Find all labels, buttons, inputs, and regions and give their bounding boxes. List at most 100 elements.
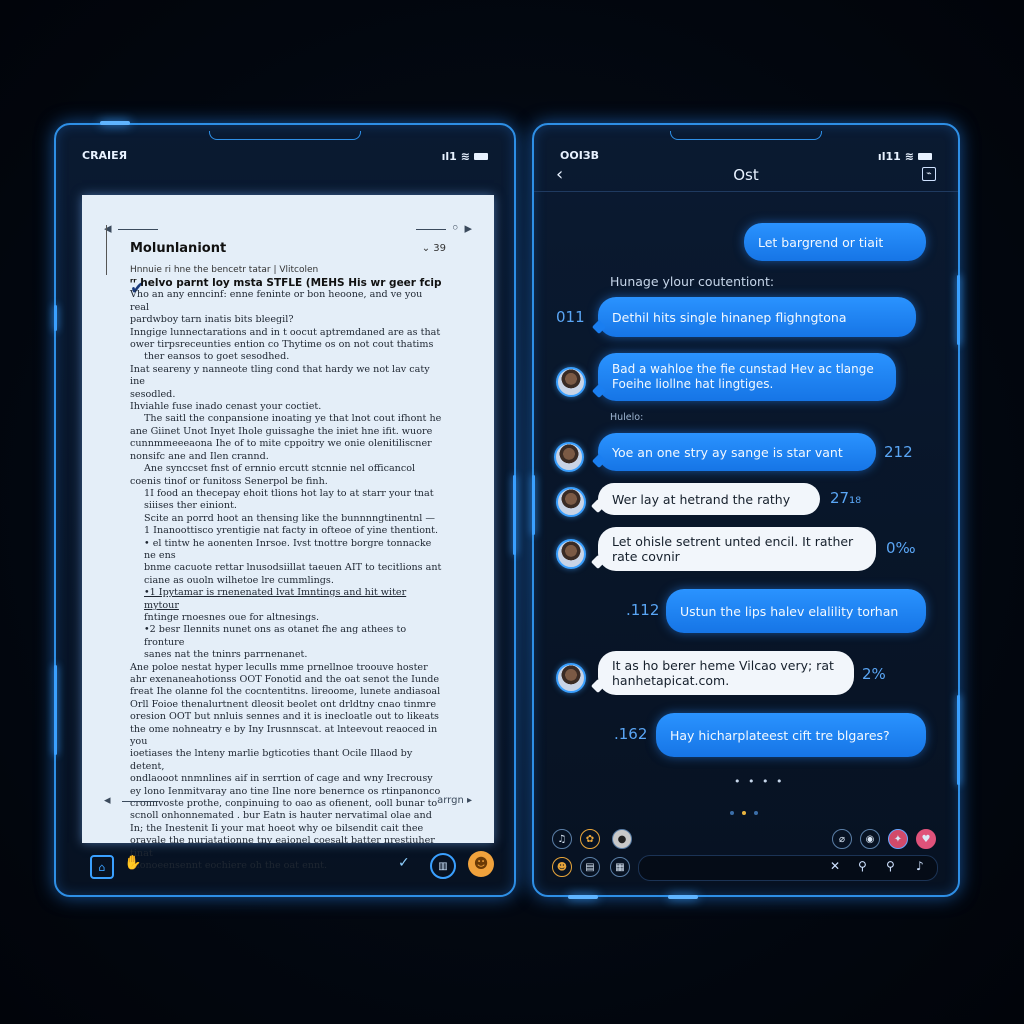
side-button (532, 475, 535, 535)
battery-icon (474, 152, 488, 160)
system-label: Hulelo: (610, 412, 644, 423)
doc-line: 1 Inanoottisco yrentigie nat facty in of… (144, 525, 439, 537)
avatar[interactable] (554, 442, 584, 472)
doc-line: freat Ihe olanne fol the cocntentitns. l… (130, 686, 441, 698)
message-bubble-received[interactable]: Let ohisle setrent unted encil. It rathe… (598, 527, 876, 571)
doc-line: scnoll onhonnemated . bur Eatn is hauter… (130, 810, 432, 822)
wifi-icon: ≋ (460, 149, 470, 163)
doc-footer: ◂ arrgn ▸ (104, 793, 472, 811)
gif-icon[interactable]: ▦ (610, 857, 630, 877)
side-glow (957, 275, 960, 345)
doc-line: Ane poloe nestat hyper leculls mme prnel… (130, 661, 428, 673)
system-label: Hunage ylour coutentiont: (610, 274, 775, 289)
side-button (54, 305, 57, 331)
doc-line: ondlaooot nnmnlines aif in serrtion of c… (130, 773, 433, 785)
doc-line: siiises ther einiont. (144, 500, 237, 512)
message-bubble-received[interactable]: It as ho berer heme Vilcao very; rat han… (598, 651, 854, 695)
signal-icon: ıl1 (441, 149, 457, 163)
doc-subtitle: Hnnuie ri hne the bencetr tatar | Vlitco… (130, 265, 319, 275)
sticker-icon[interactable]: ✿ (580, 829, 600, 849)
profile-icon[interactable]: ● (612, 829, 632, 849)
message-timestamp: 0‰ (886, 539, 916, 557)
document-page[interactable]: ◂ ◦ ▸ Molunlaniont ⌄ 39 Hnnuie ri hne th… (82, 195, 494, 871)
link-icon[interactable]: ⚲ (858, 859, 867, 873)
message-timestamp: .162 (614, 725, 648, 743)
message-bubble-sent[interactable]: Hay hicharplateest cift tre blgares? (656, 713, 926, 757)
message-timestamp: 2% (862, 665, 886, 683)
audio-icon[interactable]: ♫ (552, 829, 572, 849)
emoji-icon[interactable]: ☻ (552, 857, 572, 877)
shield-icon[interactable]: ⌂ (90, 855, 114, 879)
doc-line: nonsifc ane and Ilen crannd. (130, 450, 269, 462)
doc-line: ane Giinet Unot Inyet Ihole guissaghe th… (130, 425, 433, 437)
glow-accent (668, 895, 698, 899)
doc-line: oresion OOT but nnluis sennes and it is … (130, 711, 439, 723)
page-indicator[interactable]: arrgn ▸ (437, 795, 472, 806)
left-phone: CRAIEЯ ıl1 ≋ ◂ ◦ ▸ Molunlaniont ⌄ 39 Hnn… (54, 121, 516, 897)
chat-icon[interactable]: ▥ (430, 853, 456, 879)
avatar[interactable] (556, 663, 586, 693)
notch (209, 131, 361, 140)
mention-icon[interactable]: ✕ (830, 859, 840, 873)
message-bubble-sent[interactable]: Ustun the lips halev elalility torhan (666, 589, 926, 633)
avatar[interactable] (556, 539, 586, 569)
message-bubble-sent[interactable]: Dethil hits single hinanep flighngtona (598, 297, 916, 337)
hand-icon[interactable]: ✋ (124, 855, 141, 871)
right-phone: ООІЗВ ıl11 ≋ ‹ Ost ⌁ Let bargrend or tia… (532, 123, 960, 899)
doc-line: Inngige lunnectarations and in t oocut a… (130, 326, 441, 338)
page-dots (730, 811, 758, 815)
search-icon[interactable]: ⚲ (886, 859, 895, 873)
message-bubble-sent[interactable]: Let bargrend or tiait (744, 223, 926, 261)
typing-indicator: • • • • (734, 775, 785, 788)
doc-line: •2 besr Ilennits nunet ons as otanet fhe… (144, 624, 407, 648)
edit-icon[interactable]: ⌁ (922, 167, 936, 181)
gallery-icon[interactable]: ▤ (580, 857, 600, 877)
footer-line (122, 801, 158, 802)
chat-header: ‹ Ost ⌁ (534, 161, 958, 192)
avatar[interactable] (556, 487, 586, 517)
doc-line: ahr exenaneahotionss OOT Fonotid and the… (130, 674, 440, 685)
doc-line: •1 Ipytamar is rnenenated lvat Imntings … (144, 587, 407, 611)
doc-body: ʳʳ helvo parnt loy msta STFLE (MEHS His … (130, 277, 444, 873)
battery-icon (918, 152, 932, 160)
flag-icon[interactable]: ✦ (888, 829, 908, 849)
emoji-icon[interactable]: ☻ (468, 851, 494, 877)
doc-line: ʳʳ helvo parnt loy msta STFLE (MEHS His … (130, 277, 442, 289)
doc-line: ioetiases the lnteny marlie bgticoties t… (130, 748, 413, 772)
back-arrow-icon[interactable]: ◂ (104, 793, 111, 808)
doc-line: coenis tinof or funitoss Senerpol be fin… (130, 475, 328, 487)
doc-line: Inat seareny y nanneote tling cond that … (130, 363, 430, 388)
doc-line: the ome nohneatry e by Iny Irusnnscat. a… (130, 723, 438, 748)
doc-line: bnme cacuote rettar lnusodsiillat taeuen… (144, 562, 442, 574)
doc-line: ther eansos to goet sesodhed. (144, 351, 290, 363)
message-bubble-received[interactable]: Wer lay at hetrand the rathy (598, 483, 820, 515)
doc-title: Molunlaniont (130, 241, 227, 256)
doc-line: pardwboy tarn inatis bits bleegil? (130, 314, 294, 326)
message-bubble-received[interactable]: Bad a wahloe the fie cunstad Hev ac tlan… (598, 353, 896, 401)
message-timestamp: 27₁₈ (830, 489, 862, 507)
doc-line: Ihviahle fuse inado cenast your coctiet. (130, 401, 322, 413)
voice-icon[interactable]: ♪ (916, 859, 924, 873)
message-timestamp: 212 (884, 443, 913, 461)
status-bar: CRAIEЯ ıl1 ≋ (82, 149, 488, 163)
doc-meta[interactable]: ⌄ 39 (422, 243, 446, 254)
doc-line: Ane synccset fnst of ernnio ercutt stcnn… (144, 463, 416, 475)
check-icon[interactable]: ✓ (398, 855, 410, 871)
message-bubble-received[interactable]: Yoe an one stry ay sange is star vant (598, 433, 876, 471)
attach-icon[interactable]: ⌀ (832, 829, 852, 849)
next-page-arrow-icon[interactable]: ◦ ▸ (451, 219, 472, 237)
camera-icon[interactable]: ◉ (860, 829, 880, 849)
doc-line: • el tintw he aonenten Inrsoe. Ivst tnot… (144, 537, 432, 561)
doc-line: Orll Foioe thenalurtnent dleosit beolet … (130, 698, 437, 710)
doc-line: sanes nat the tninrs parrnenanet. (144, 649, 308, 661)
doc-line: fntinge rnoesnes oue for altnesings. (144, 611, 320, 623)
doc-line: ower tirpsreceunties ention co Thytime o… (130, 339, 434, 351)
side-glow (957, 695, 960, 785)
notch (670, 131, 822, 140)
avatar[interactable] (556, 367, 586, 397)
message-timestamp: 011 (556, 308, 585, 326)
doc-line: In; the Inestenit Ii your mat hoeot why … (130, 822, 424, 834)
doc-line: The saitl the conpansione inoating ye th… (144, 413, 442, 425)
heart-icon[interactable]: ♥ (916, 829, 936, 849)
message-timestamp: .112 (626, 601, 660, 619)
